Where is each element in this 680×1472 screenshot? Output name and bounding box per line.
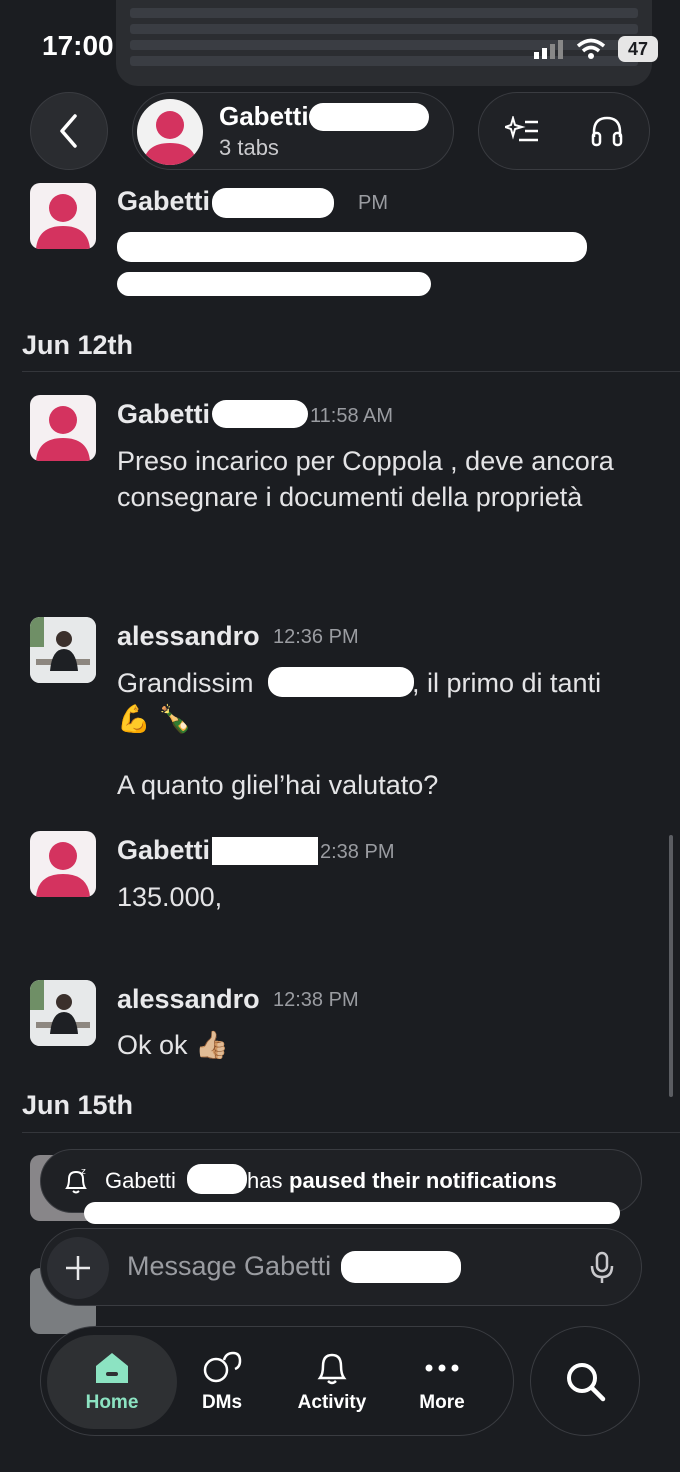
message-time: PM xyxy=(358,192,388,214)
cellular-signal-icon xyxy=(534,40,563,59)
tabs-count: 3 tabs xyxy=(219,135,279,160)
redaction-mark xyxy=(84,1202,620,1224)
bell-icon xyxy=(317,1353,347,1385)
avatar[interactable] xyxy=(30,183,96,249)
ai-summary-icon[interactable] xyxy=(504,116,539,146)
more-dots-icon xyxy=(425,1364,459,1372)
scrollbar[interactable] xyxy=(669,835,673,1097)
plus-icon xyxy=(66,1256,90,1280)
toast-text-bold: paused their notifications xyxy=(289,1168,557,1193)
home-icon xyxy=(96,1353,128,1383)
message-text: A quanto gliel’hai valutato? xyxy=(117,770,439,800)
tab-dms[interactable]: DMs xyxy=(167,1335,277,1429)
toast-name: Gabetti xyxy=(105,1168,176,1193)
search-icon xyxy=(567,1363,606,1402)
message-text: 135.000, xyxy=(117,882,223,912)
redaction-mark xyxy=(187,1164,247,1194)
search-button[interactable] xyxy=(530,1326,640,1436)
redaction-mark xyxy=(309,103,429,131)
message-text: Preso incarico per Coppola , deve ancora… xyxy=(117,446,614,512)
avatar[interactable] xyxy=(30,831,96,897)
message-author[interactable]: Gabetti xyxy=(117,399,210,430)
tab-dms-label: DMs xyxy=(201,1392,243,1413)
message-time: 2:38 PM xyxy=(320,841,395,863)
redaction-mark xyxy=(117,232,587,262)
contact-avatar xyxy=(137,99,203,165)
redaction-mark xyxy=(117,272,431,296)
headphones-icon[interactable] xyxy=(590,115,624,147)
day-divider xyxy=(22,1132,680,1133)
conversation-header[interactable]: Gabetti 3 tabs xyxy=(132,92,454,170)
avatar[interactable] xyxy=(30,395,96,461)
tab-activity-label: Activity xyxy=(297,1392,367,1413)
add-attachment-button[interactable] xyxy=(47,1237,109,1299)
bell-snooze-icon: z xyxy=(65,1167,87,1194)
day-label: Jun 12th xyxy=(22,330,134,360)
status-indicators: 47 xyxy=(534,36,658,62)
message-text: Ok ok 👍🏼 xyxy=(117,1030,229,1060)
bottom-tab-bar: Home DMs Activity More xyxy=(40,1326,514,1436)
message-text: Grandissim xyxy=(117,668,254,698)
redaction-mark xyxy=(341,1251,461,1283)
redaction-mark xyxy=(268,667,414,697)
avatar[interactable] xyxy=(30,980,96,1046)
message-author[interactable]: alessandro xyxy=(117,984,260,1015)
tab-more-label: More xyxy=(419,1392,465,1413)
message-text: , il primo di tanti xyxy=(412,668,602,698)
tab-activity[interactable]: Activity xyxy=(277,1335,387,1429)
day-divider xyxy=(22,371,680,372)
svg-text:z: z xyxy=(81,1167,86,1177)
toast-text: has xyxy=(247,1168,283,1193)
tab-home[interactable]: Home xyxy=(47,1335,177,1429)
message-author[interactable]: Gabetti xyxy=(117,835,210,866)
day-label: Jun 15th xyxy=(22,1090,134,1120)
wifi-icon xyxy=(576,38,606,59)
microphone-icon[interactable] xyxy=(589,1251,615,1285)
battery-indicator: 47 xyxy=(618,36,658,62)
message-time: 12:36 PM xyxy=(273,626,359,648)
message-time: 12:38 PM xyxy=(273,989,359,1011)
status-time: 17:00 xyxy=(42,30,114,61)
message-author[interactable]: Gabetti xyxy=(117,186,210,217)
message-author[interactable]: alessandro xyxy=(117,621,260,652)
message-time: 11:58 AM xyxy=(310,405,394,427)
message-emoji: 💪 🍾 xyxy=(117,704,192,734)
chevron-left-icon xyxy=(60,114,77,148)
tab-more[interactable]: More xyxy=(387,1335,497,1429)
message-input[interactable]: Message Gabetti xyxy=(127,1251,331,1282)
avatar[interactable] xyxy=(30,617,96,683)
redaction-mark xyxy=(212,400,308,428)
redaction-mark xyxy=(212,837,318,865)
header-tools xyxy=(478,92,650,170)
redaction-mark xyxy=(212,188,334,218)
tab-home-label: Home xyxy=(85,1392,139,1413)
message-composer[interactable]: Message Gabetti xyxy=(40,1228,642,1306)
back-button[interactable] xyxy=(30,92,108,170)
chat-bubbles-icon xyxy=(203,1351,242,1383)
contact-name: Gabetti xyxy=(219,101,309,131)
